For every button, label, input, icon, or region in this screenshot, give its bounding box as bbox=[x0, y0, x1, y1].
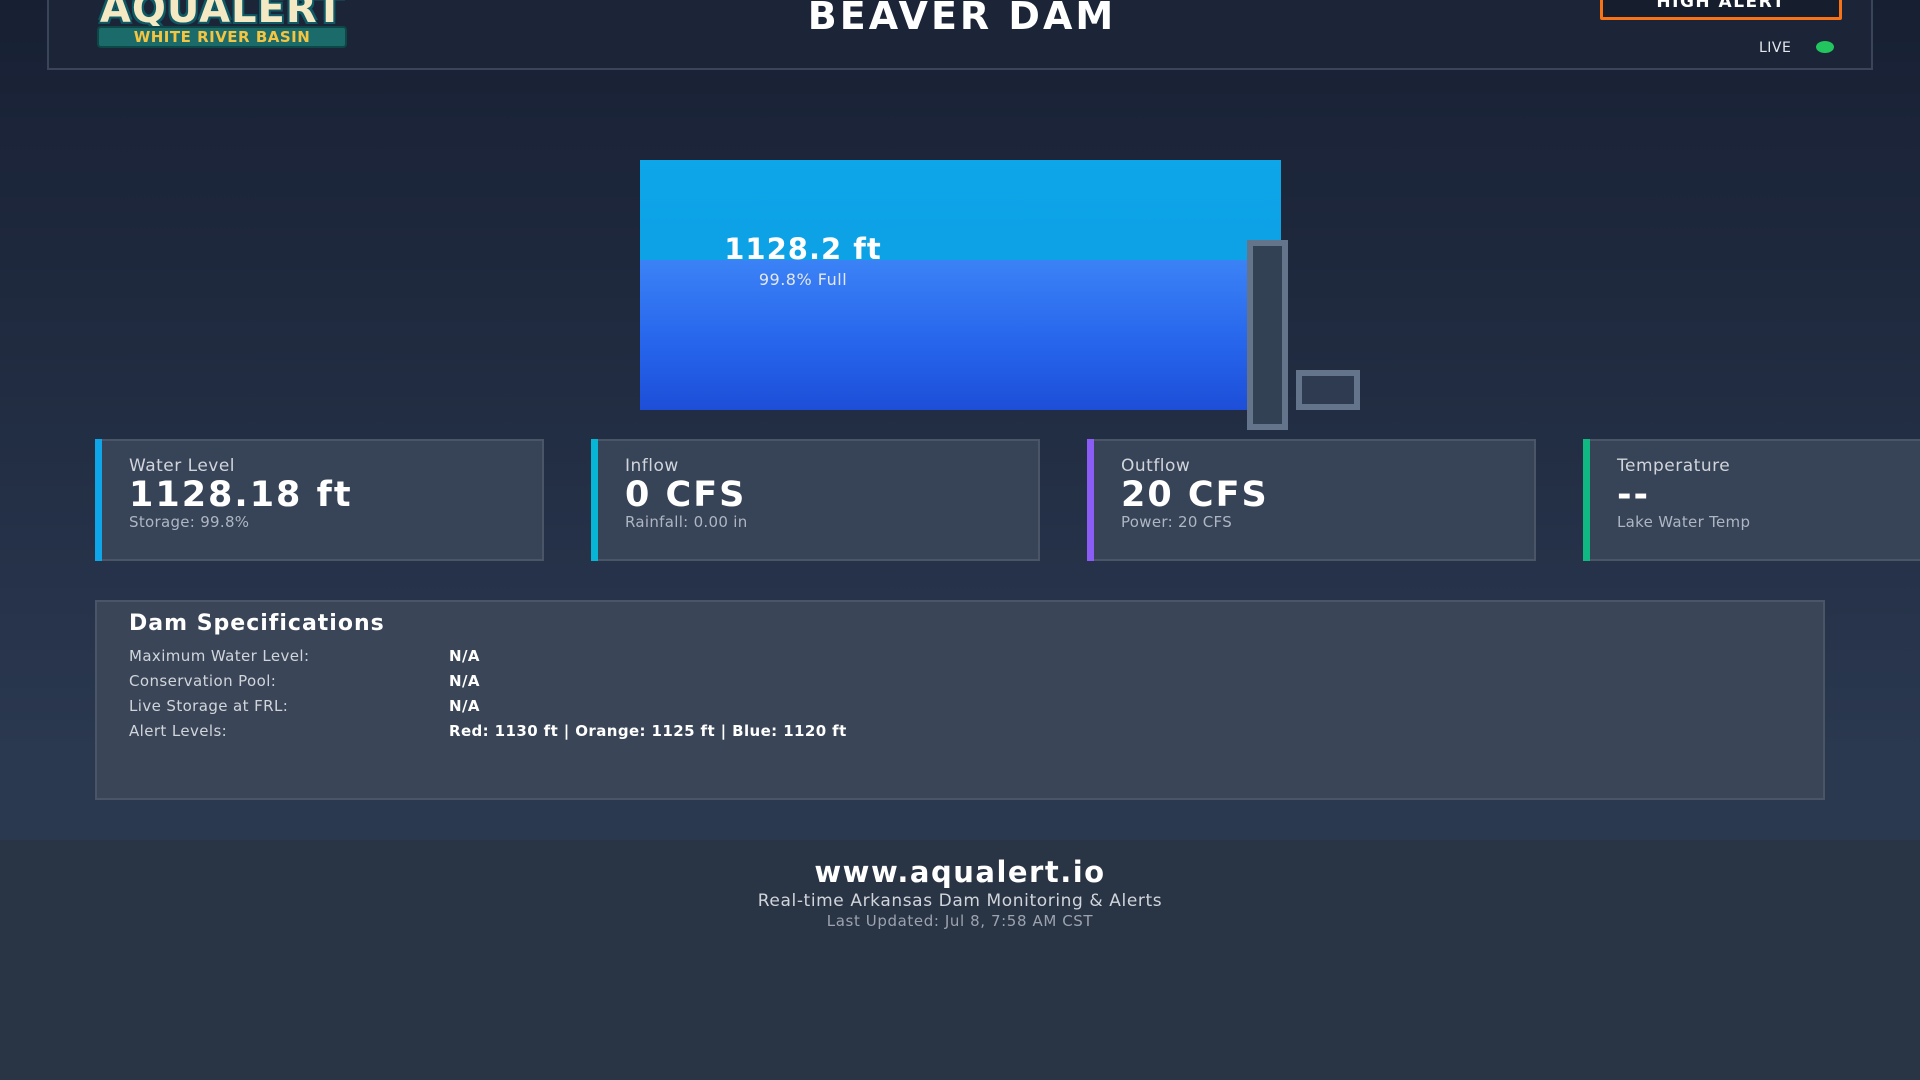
alert-status-badge: HIGH ALERT bbox=[1600, 0, 1842, 20]
card-accent-bar bbox=[591, 439, 598, 561]
metric-card-temperature: Temperature -- Lake Water Temp bbox=[1583, 439, 1920, 561]
spec-value: N/A bbox=[449, 647, 480, 665]
spec-value: Red: 1130 ft | Orange: 1125 ft | Blue: 1… bbox=[449, 722, 847, 740]
spec-label: Live Storage at FRL: bbox=[129, 697, 289, 715]
spec-value: N/A bbox=[449, 697, 480, 715]
specs-title: Dam Specifications bbox=[129, 611, 385, 636]
dam-outlet-icon bbox=[1296, 370, 1360, 410]
spec-label: Maximum Water Level: bbox=[129, 647, 310, 665]
live-indicator-dot-icon bbox=[1816, 41, 1834, 53]
spec-row: Conservation Pool: N/A bbox=[129, 672, 1729, 694]
live-label: LIVE bbox=[1759, 40, 1792, 56]
header-bar: AQUALERT WHITE RIVER BASIN BEAVER DAM HI… bbox=[47, 0, 1873, 70]
metric-value: 0 CFS bbox=[625, 475, 747, 515]
metric-value: 1128.18 ft bbox=[129, 475, 353, 515]
spec-row: Maximum Water Level: N/A bbox=[129, 647, 1729, 669]
metric-subtext: Storage: 99.8% bbox=[129, 513, 250, 531]
metric-subtext: Lake Water Temp bbox=[1617, 513, 1751, 531]
spec-label: Alert Levels: bbox=[129, 722, 228, 740]
spec-row: Live Storage at FRL: N/A bbox=[129, 697, 1729, 719]
spec-label: Conservation Pool: bbox=[129, 672, 277, 690]
metric-card-water-level: Water Level 1128.18 ft Storage: 99.8% bbox=[95, 439, 544, 561]
metric-subtext: Power: 20 CFS bbox=[1121, 513, 1233, 531]
card-accent-bar bbox=[95, 439, 102, 561]
dam-wall-icon bbox=[1247, 240, 1288, 430]
footer-tagline: Real-time Arkansas Dam Monitoring & Aler… bbox=[757, 891, 1163, 911]
metric-label: Inflow bbox=[625, 456, 679, 476]
spec-value: N/A bbox=[449, 672, 480, 690]
reservoir-level-readout: 1128.2 ft bbox=[724, 232, 882, 266]
footer: www.aqualert.io Real-time Arkansas Dam M… bbox=[0, 840, 1920, 1080]
dam-specifications-panel: Dam Specifications Maximum Water Level: … bbox=[95, 600, 1825, 800]
metric-value: -- bbox=[1617, 475, 1651, 515]
metric-label: Temperature bbox=[1617, 456, 1731, 476]
card-accent-bar bbox=[1087, 439, 1094, 561]
metric-value: 20 CFS bbox=[1121, 475, 1269, 515]
metric-label: Outflow bbox=[1121, 456, 1191, 476]
card-accent-bar bbox=[1583, 439, 1590, 561]
reservoir-percent-full: 99.8% Full bbox=[758, 270, 848, 289]
footer-website-link[interactable]: www.aqualert.io bbox=[0, 855, 1920, 889]
metric-subtext: Rainfall: 0.00 in bbox=[625, 513, 748, 531]
metric-label: Water Level bbox=[129, 456, 236, 476]
metric-card-outflow: Outflow 20 CFS Power: 20 CFS bbox=[1087, 439, 1536, 561]
last-updated-timestamp: Last Updated: Jul 8, 7:58 AM CST bbox=[826, 912, 1094, 930]
reservoir-visualization: 1128.2 ft 99.8% Full bbox=[640, 160, 1281, 410]
metric-card-inflow: Inflow 0 CFS Rainfall: 0.00 in bbox=[591, 439, 1040, 561]
spec-row: Alert Levels: Red: 1130 ft | Orange: 112… bbox=[129, 722, 1729, 744]
